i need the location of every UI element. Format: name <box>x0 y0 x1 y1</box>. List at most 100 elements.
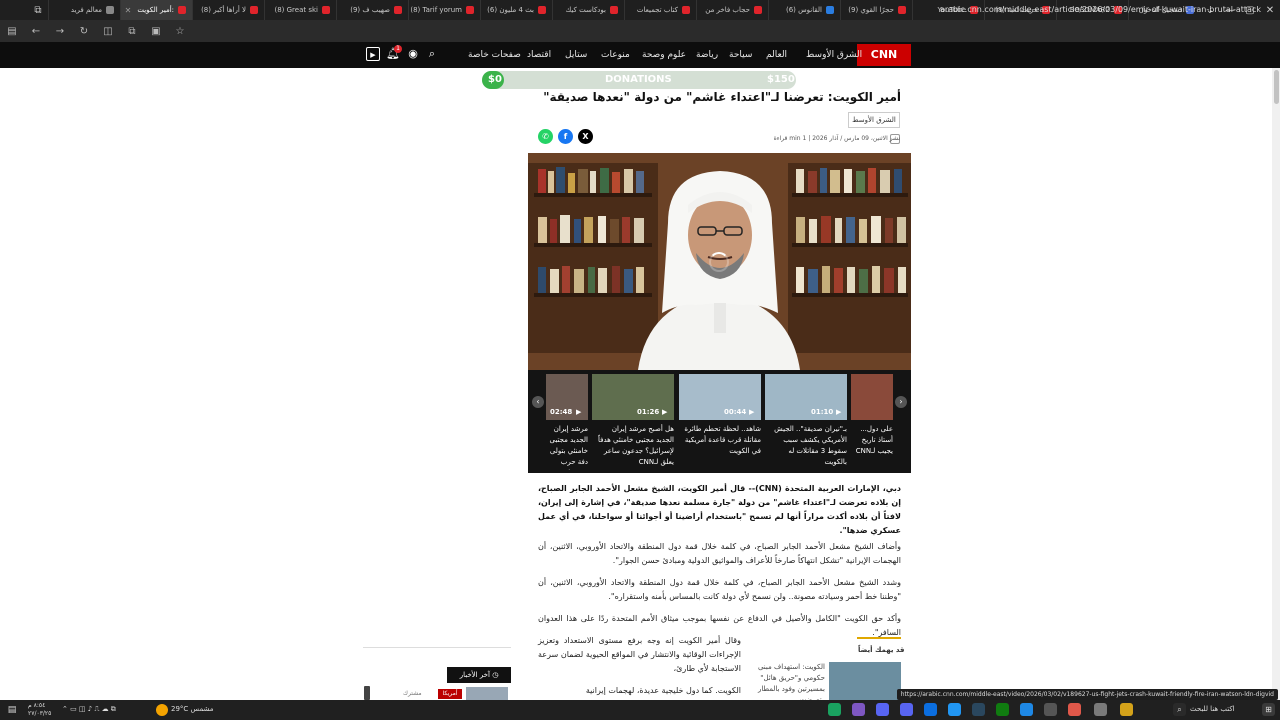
nav-middle-east[interactable]: الشرق الأوسط <box>806 50 862 60</box>
xbox-icon[interactable] <box>996 703 1009 716</box>
chrome-icon[interactable] <box>1068 703 1081 716</box>
clock-time[interactable]: ٨:٥٤ م <box>28 702 45 709</box>
read-also-accent <box>857 637 901 639</box>
x-share-icon[interactable]: X <box>578 129 593 144</box>
browser-tab[interactable]: بودكاست كيك <box>552 0 624 20</box>
video-play-icon[interactable]: ▶ <box>366 47 380 61</box>
nav-economy[interactable]: اقتصاد <box>527 50 551 60</box>
app-icon[interactable] <box>948 703 961 716</box>
weather-text[interactable]: 29°C مشمس <box>171 705 214 713</box>
address-bar: ▤ ← → ↻ ◫ ⧉ ▣ ☆ <box>0 20 1280 42</box>
forward-icon[interactable]: → <box>48 26 72 37</box>
nav-world[interactable]: العالم <box>766 50 787 60</box>
site-favicon-icon <box>106 6 114 14</box>
collections-icon[interactable]: ▣ <box>144 26 168 37</box>
section-tag[interactable]: الشرق الأوسط <box>848 112 900 128</box>
video-duration: 01:10 <box>811 408 834 416</box>
play-icon: ▶ <box>576 408 582 416</box>
carousel-caption[interactable]: شاهد.. لحظة تحطم طائرة مقاتلة قرب قاعدة … <box>681 424 761 470</box>
carousel-prev-icon[interactable]: ‹ <box>532 396 544 408</box>
steam-icon[interactable] <box>972 703 985 716</box>
clock-date[interactable]: ٢٧/٠٣/٢٥ <box>28 710 51 717</box>
app-icon[interactable] <box>852 703 865 716</box>
nav-science-health[interactable]: علوم وصحة <box>642 50 686 60</box>
split-view-icon[interactable]: ◫ <box>96 26 120 37</box>
browser-tab[interactable]: كتاب تجميعات <box>624 0 696 20</box>
browser-tab-active[interactable]: ✕ أمير الكويت: <box>120 0 192 20</box>
tab-label: (6) بث 4 مليون <box>487 6 534 14</box>
nav-style[interactable]: ستايل <box>565 50 587 60</box>
notification-center-icon[interactable]: ▤ <box>4 702 20 718</box>
article-paragraph: وأضاف الشيخ مشعل الأحمد الجابر الصباح، ف… <box>538 542 901 565</box>
browser-tab[interactable]: معالم فريد <box>48 0 120 20</box>
sidebar-news-thumb[interactable] <box>466 687 508 700</box>
nav-special-pages[interactable]: صفحات خاصة <box>468 50 521 60</box>
app-icon[interactable] <box>924 703 937 716</box>
app-icon[interactable] <box>1044 703 1057 716</box>
tab-label: معالم فريد <box>70 6 102 14</box>
user-account-icon[interactable]: ◉ <box>406 47 420 61</box>
task-view-icon[interactable] <box>1094 703 1107 716</box>
nav-sports[interactable]: رياضة <box>696 50 718 60</box>
carousel-thumb[interactable] <box>851 374 893 420</box>
whatsapp-share-icon[interactable]: ✆ <box>538 129 553 144</box>
nav-variety[interactable]: منوعات <box>601 50 630 60</box>
youtube-icon <box>394 6 402 14</box>
play-icon: ▶ <box>749 408 755 416</box>
youtube-icon <box>250 6 258 14</box>
widgets-icon[interactable] <box>1120 703 1133 716</box>
article-paragraph-continued: الكويت. كما دول خليجية عديدة، لهجمات إير… <box>585 686 741 695</box>
search-icon[interactable]: ⌕ <box>1173 703 1186 716</box>
cnn-arabic-logo[interactable]: CNN عربي <box>857 44 911 83</box>
favorites-icon[interactable]: ☆ <box>168 26 192 37</box>
extensions-icon[interactable]: ⧉ <box>120 26 144 37</box>
carousel-thumb[interactable] <box>765 374 847 420</box>
search-icon[interactable]: ⌕ <box>425 47 439 61</box>
related-article-image[interactable] <box>829 662 901 700</box>
back-icon[interactable]: ← <box>24 26 48 37</box>
discord-icon[interactable] <box>900 703 913 716</box>
url-field[interactable]: arabic.cnn.com/middle-east/article/2026/… <box>940 5 1261 14</box>
video-loading-spinner <box>709 252 729 272</box>
article-meta: نشر الاثنين، 09 مارس / آذار 2026 | 1 min… <box>773 135 900 142</box>
scrollbar-thumb[interactable] <box>1274 70 1279 104</box>
carousel-caption[interactable]: هل أصبح مرشد إيران الجديد مجتبى خامنئي ه… <box>594 424 674 470</box>
browser-tab[interactable]: (8) لا أراها أكبر <box>192 0 264 20</box>
carousel-next-icon[interactable]: › <box>895 396 907 408</box>
youtube-icon <box>466 6 474 14</box>
facebook-share-icon[interactable]: f <box>558 129 573 144</box>
site-favicon-icon <box>826 6 834 14</box>
browser-tab[interactable]: (9) صهيب ف <box>336 0 408 20</box>
browser-tab[interactable]: (8) Tarif yorum <box>408 0 480 20</box>
edge-icon[interactable] <box>1020 703 1033 716</box>
nav-tourism[interactable]: سياحة <box>729 50 752 60</box>
sidebar-scroll-handle[interactable] <box>364 686 370 700</box>
carousel-caption[interactable]: على دول... أستاذ تاريخ يجيب لـCNN <box>851 424 893 470</box>
browser-tab[interactable]: حجاب فاخر من <box>696 0 768 20</box>
browser-tab[interactable]: (9) حجرًا القوي <box>840 0 912 20</box>
youtube-icon <box>610 6 618 14</box>
carousel-caption[interactable]: مرشد إيران الجديد مجتبى خامنئي بتولى دفة… <box>543 424 588 470</box>
system-tray-icons[interactable]: ⌃ ▭ ◫ ♪ ⎍ ☁ ⧉ <box>62 705 116 714</box>
app-icon[interactable] <box>828 703 841 716</box>
tab-label: (8) Tarif yorum <box>410 6 462 14</box>
browser-tab[interactable]: (6) بث 4 مليون <box>480 0 552 20</box>
carousel-caption[interactable]: بـ"نيران صديقة".. الجيش الأمريكي يكشف سب… <box>767 424 847 470</box>
close-window-icon[interactable]: ✕ <box>1260 5 1280 16</box>
tab-actions-icon[interactable]: ⧉ <box>28 5 48 16</box>
taskbar-search[interactable]: اكتب هنا للبحث <box>1190 705 1235 713</box>
close-tab-icon[interactable]: ✕ <box>125 6 132 15</box>
tab-label: (9) حجرًا القوي <box>848 6 894 14</box>
refresh-icon[interactable]: ↻ <box>72 26 96 37</box>
article-headline: أمير الكويت: تعرضنا لـ"اعتداء غاشم" من د… <box>543 90 901 104</box>
browser-tab[interactable]: (6) القانوس <box>768 0 840 20</box>
read-also-label: قد يهمك أيضاً <box>858 646 905 654</box>
browser-tab[interactable]: (8) Great ski <box>264 0 336 20</box>
start-icon[interactable]: ⊞ <box>1262 703 1275 716</box>
sidebar-divider <box>363 647 511 648</box>
latest-news-button[interactable]: آخر الأخبار ◷ <box>447 667 511 683</box>
page-scrollbar[interactable] <box>1272 68 1280 700</box>
sidebar-toggle-icon[interactable]: ▤ <box>0 26 24 37</box>
tab-label: بودكاست كيك <box>565 6 606 14</box>
discord-icon[interactable] <box>876 703 889 716</box>
